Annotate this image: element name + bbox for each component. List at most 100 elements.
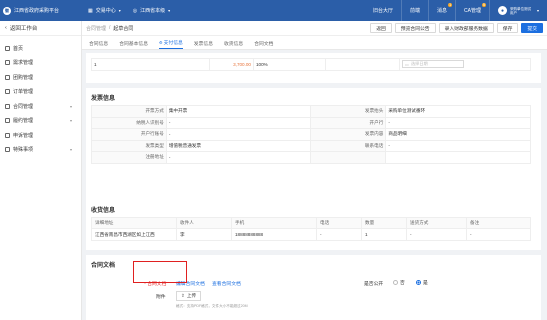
document-icon [5,60,10,66]
view-contract-doc-link[interactable]: 查看合同文档 [212,280,241,287]
breadcrumb-current: 起草合同 [113,25,134,32]
invoice-label: 纳税人识别号 [91,116,167,129]
column-header: 手机 [231,217,317,229]
mobile-cell: 18888888888 [231,228,317,241]
invoice-value: - [385,116,531,129]
back-to-workbench[interactable]: ‹ 返回工作台 [0,21,81,36]
phone-cell: - [316,228,362,241]
invoice-label [310,151,387,164]
column-header: 详细地址 [91,217,177,229]
user-menu[interactable]: ● 采购单位测试用户 ▾ [488,0,547,21]
invoice-label: 发票抬头 [310,105,387,118]
sidebar-item-demand[interactable]: 需求管理 [0,56,81,71]
chevron-down-icon: ▾ [70,147,73,153]
save-button[interactable]: 保存 [496,23,519,33]
column-header: 送货方式 [406,217,467,229]
invoice-label: 发票类型 [91,139,167,152]
messages-link[interactable]: CA管理 5 [455,0,489,21]
payment-index: 1 [91,58,210,71]
tab-payment-info[interactable]: ⚙ 支付信息 [159,37,183,49]
hall-link[interactable]: 旧台大厅 [365,0,401,21]
action-bar: 返回 预览合同公告 录入财政部服务数据 保存 提交 [370,23,543,33]
app-title: 江西省政府采购平台 [14,8,60,14]
sidebar-item-home[interactable]: 首页 [0,41,81,56]
tab-receiving-info[interactable]: 收货信息 [224,37,243,49]
payment-percent: 100% [253,58,326,71]
notice-link[interactable]: 消息 1 [428,0,455,21]
edit-contract-doc-link[interactable]: 编辑合同文档 [176,280,205,287]
payment-amount: 3,700.00 [209,58,254,71]
invoice-value: - [165,116,312,129]
upload-hint-row: 格式：支持PDF格式，文件大小不能超过20M [86,303,541,311]
user-name: 采购单位测试用户 [509,6,531,15]
invoice-table: 开票方式 集中开票 发票抬头 采购单位测试番环 纳税人识别号 - 开户行 - 开… [91,105,531,164]
invoice-value: - [165,151,312,164]
column-header: 数量 [361,217,407,229]
radio-checked-icon [416,280,421,286]
invoice-section-title: 发票信息 [91,96,116,102]
chevron-down-icon: ▾ [168,8,171,13]
attachment-row: 附件 ⇪ 上传 [86,290,541,303]
upload-button[interactable]: ⇪ 上传 [176,291,202,301]
chevron-left-icon: ‹ [5,25,7,31]
location-icon: ◎ [132,7,138,14]
invoice-label: 发票内容 [310,128,387,141]
invoice-label: 开户行 [310,116,387,129]
import-data-button[interactable]: 录入财政部服务数据 [438,23,494,33]
payment-date-input[interactable]: ▭ 选择日期 [402,60,464,69]
calendar-icon: ▭ [405,61,409,67]
frontend-link[interactable]: 前端 [401,0,428,21]
sidebar-item-group-buy[interactable]: 团购管理 [0,70,81,85]
table-row: 江西省南昌市西湖区如上江西 李 18888888888 - 1 - - [91,228,531,241]
sidebar-item-fulfillment[interactable]: 履约管理 ▾ [0,114,81,129]
sidebar-item-appeals[interactable]: 申诉管理 [0,128,81,143]
chevron-down-icon: ▾ [70,103,73,109]
table-row: 开户行账号 - 发票内容 商品明细 [91,128,531,141]
invoice-value: 采购单位测试番环 [385,105,531,118]
invoice-label: 开票方式 [91,105,167,118]
table-row: 纳税人识别号 - 开户行 - [91,116,531,129]
payment-date-cell: ▭ 选择日期 [399,58,531,71]
upload-hint: 格式：支持PDF格式，文件大小不能超过20M [176,304,248,308]
grid-icon: ▦ [88,7,93,14]
tab-bar: 合同信息 合同基本信息 ⚙ 支付信息 发票信息 收货信息 合同文档 [82,36,547,50]
notice-badge: 1 [448,3,453,7]
sidebar: ‹ 返回工作台 首页 需求管理 团购管理 订单管理 合同管理 ▾ 履约管理 ▾ 申诉… [0,21,82,320]
table-row: 注册地址 - [91,151,531,164]
region-selector[interactable]: 江西省本级 [140,7,165,14]
trading-center-menu[interactable]: 交易中心 [96,7,116,14]
sidebar-item-orders[interactable]: 订单管理 [0,85,81,100]
tab-contract-docs[interactable]: 合同文档 [254,37,273,49]
receiving-card: 收货信息 详细地址 收件人 手机 电话 数量 送货方式 备注 江西省南昌市西湖区… [86,200,541,250]
sidebar-item-special[interactable]: 特殊事项 ▾ [0,143,81,158]
invoice-value [385,151,531,164]
table-row: 开票方式 集中开票 发票抬头 采购单位测试番环 [91,105,531,118]
chevron-down-icon: ▾ [118,8,121,13]
preview-notice-button[interactable]: 预览合同公告 [394,23,436,33]
sidebar-item-contracts[interactable]: 合同管理 ▾ [0,99,81,114]
address-cell: 江西省南昌市西湖区如上江西 [91,228,177,241]
upload-icon: ⇪ [181,293,185,298]
back-button[interactable]: 返回 [370,23,392,33]
contract-docs-card: 合同文档 * 合同文档 编辑合同文档 查看合同文档 是否公开 否 是 附件 ⇪ 上… [86,255,541,320]
invoice-value: - [165,128,312,141]
fulfillment-icon [5,118,10,124]
tab-contract-info[interactable]: 合同信息 [89,37,108,49]
group-icon [5,74,10,80]
tab-basic-info[interactable]: 合同基本信息 [119,37,148,49]
table-header-row: 详细地址 收件人 手机 电话 数量 送货方式 备注 [91,217,531,229]
app-logo[interactable]: 徽 江西省政府采购平台 [0,6,82,15]
tab-invoice-info[interactable]: 发票信息 [194,37,213,49]
breadcrumb-parent[interactable]: 合同管理 [86,25,106,32]
order-icon [5,89,10,95]
public-no-radio[interactable]: 否 [393,279,405,286]
contract-doc-row: * 合同文档 编辑合同文档 查看合同文档 是否公开 否 是 [86,277,541,290]
appeal-icon [5,132,10,138]
public-yes-radio[interactable]: 是 [416,279,428,286]
top-bar: 徽 江西省政府采购平台 ▦ 交易中心 ▾ ◎ 江西省本级 ▾ 旧台大厅 前端 消… [0,0,547,21]
column-header: 收件人 [176,217,232,229]
submit-button[interactable]: 提交 [521,23,543,33]
column-header: 备注 [466,217,531,229]
docs-section-title: 合同文档 [91,263,116,269]
invoice-label: 开户行账号 [91,128,167,141]
